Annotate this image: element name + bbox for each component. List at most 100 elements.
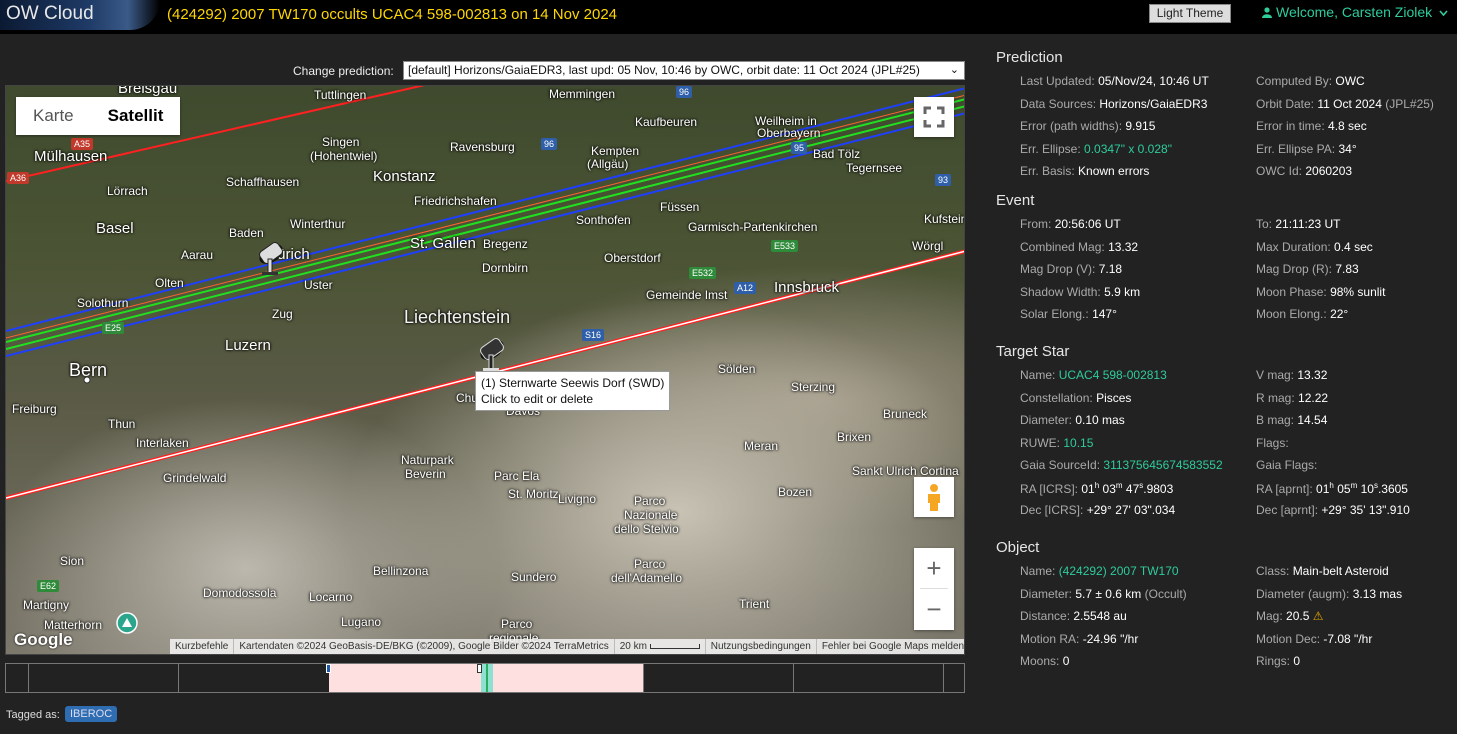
ruwe-link[interactable]: 10.15 <box>1063 436 1093 450</box>
object-name-link[interactable]: (424292) 2007 TW170 <box>1059 564 1179 578</box>
label: Distance: <box>1020 609 1071 623</box>
telescope-marker-icon[interactable] <box>248 226 294 276</box>
street-view-pegman-button[interactable] <box>914 477 954 517</box>
value: 22° <box>1330 307 1349 321</box>
section-event-title: Event <box>996 192 1035 209</box>
map-type-satellit-button[interactable]: Satellit <box>91 97 181 135</box>
value: 2060203 <box>1305 164 1353 178</box>
label: Last Updated: <box>1020 74 1095 88</box>
star-name-link[interactable]: UCAC4 598-002813 <box>1059 368 1167 382</box>
value: 4.8 sec <box>1328 119 1367 133</box>
zoom-out-button[interactable]: − <box>914 589 954 629</box>
value: 0 <box>1062 654 1070 668</box>
place-label: Trient <box>739 597 770 611</box>
error-time-row: Error in time: 4.8 sec <box>1256 119 1367 133</box>
place-label: Winterthur <box>290 217 346 231</box>
error-path-row: Error (path widths): 9.915 <box>1020 119 1155 133</box>
value: 0.4 sec <box>1334 240 1373 254</box>
timeline-start-handle[interactable] <box>326 664 331 673</box>
timeline-current-handle[interactable] <box>477 664 482 673</box>
tagged-label: Tagged as: <box>6 709 60 721</box>
place-label: Beverin <box>405 467 446 481</box>
place-label: Gemeinde Imst <box>646 288 728 302</box>
place-label: Singen <box>322 135 360 149</box>
place-label: Memmingen <box>549 87 616 101</box>
value: 7.18 <box>1098 262 1123 276</box>
label: Solar Elong.: <box>1020 307 1089 321</box>
map-type-karte-button[interactable]: Karte <box>16 97 91 135</box>
orbit-source: (JPL#25) <box>1385 97 1434 111</box>
label: Mag Drop (V): <box>1020 262 1096 276</box>
place-label: Livigno <box>558 492 597 506</box>
light-theme-button[interactable]: Light Theme <box>1149 4 1231 23</box>
timeline-tick <box>643 664 644 692</box>
value: 13.32 <box>1108 240 1139 254</box>
rmag-row: R mag: 12.22 <box>1256 391 1328 405</box>
road-badge: 96 <box>541 138 558 150</box>
label: V mag: <box>1256 368 1295 382</box>
place-label: Bregenz <box>483 237 528 251</box>
value: 0 <box>1293 654 1301 668</box>
fullscreen-button[interactable] <box>914 97 954 137</box>
event-timeline[interactable] <box>5 663 965 693</box>
gaia-source-link[interactable]: 311375645674583552 <box>1103 458 1222 472</box>
value: 20.5 <box>1286 609 1310 623</box>
place-label: dell'Adamello <box>611 571 682 585</box>
label: From: <box>1020 217 1052 231</box>
keyboard-shortcuts-link[interactable]: Kurzbefehle <box>170 639 235 654</box>
google-logo[interactable]: Google <box>14 630 73 650</box>
label: Error (path widths): <box>1020 119 1123 133</box>
label: B mag: <box>1256 413 1295 427</box>
ruwe-row: RUWE: 10.15 <box>1020 436 1093 450</box>
place-label: Sankt Ulrich <box>852 464 917 478</box>
computed-by-row: Computed By: OWC <box>1256 74 1365 88</box>
telescope-marker-icon[interactable] <box>469 324 515 374</box>
label: Diameter: <box>1020 587 1073 601</box>
from-row: From: 20:56:06 UT <box>1020 217 1121 231</box>
place-label: Aarau <box>181 248 214 262</box>
label: Name: <box>1020 564 1056 578</box>
err-basis-row: Err. Basis: Known errors <box>1020 164 1149 178</box>
road-badge: 96 <box>676 86 693 98</box>
place-label: Locarno <box>309 590 353 604</box>
place-label: Kufstein <box>924 212 965 226</box>
user-menu[interactable]: Welcome, Carsten Ziolek <box>1262 4 1448 20</box>
map-view[interactable]: A35 A36 96 96 95 93 E533 E532 A12 S16 E2… <box>5 85 965 655</box>
road-badge: 93 <box>935 174 952 186</box>
label: To: <box>1256 217 1273 231</box>
constellation-row: Constellation: Pisces <box>1020 391 1131 405</box>
report-error-link[interactable]: Fehler bei Google Maps melden <box>817 639 964 654</box>
scale-bar[interactable]: 20 km <box>615 639 706 654</box>
to-row: To: 21:11:23 UT <box>1256 217 1341 231</box>
location-pin-icon[interactable] <box>116 612 138 634</box>
scale-label: 20 km <box>619 641 647 652</box>
road-badge: S16 <box>582 329 605 341</box>
section-prediction-title: Prediction <box>996 49 1063 66</box>
shadow-width-row: Shadow Width: 5.9 km <box>1020 285 1140 299</box>
err-ellipse-link[interactable]: 0.0347" x 0.028" <box>1084 142 1172 156</box>
place-label: Bozen <box>778 485 813 499</box>
place-label: Parco <box>501 617 533 631</box>
object-name-row: Name: (424292) 2007 TW170 <box>1020 564 1179 578</box>
zoom-in-button[interactable]: + <box>914 548 954 588</box>
combined-mag-row: Combined Mag: 13.32 <box>1020 240 1138 254</box>
warning-icon[interactable]: ⚠ <box>1313 609 1324 623</box>
terms-link[interactable]: Nutzungsbedingungen <box>706 639 817 654</box>
vmag-row: V mag: 13.32 <box>1256 368 1327 382</box>
label: Constellation: <box>1020 391 1093 405</box>
value: Known errors <box>1078 164 1150 178</box>
place-label: Konstanz <box>373 168 436 185</box>
gaia-source-row: Gaia SourceId: 311375645674583552 <box>1020 458 1223 472</box>
road-badge: E532 <box>689 267 717 279</box>
label: Err. Ellipse PA: <box>1256 142 1336 156</box>
tag-badge[interactable]: IBEROC <box>65 706 118 722</box>
label: Max Duration: <box>1256 240 1331 254</box>
place-label: Wörgl <box>912 239 944 253</box>
app-logo[interactable]: OW Cloud <box>0 0 160 30</box>
place-label: Bellinzona <box>373 564 429 578</box>
solar-elong-row: Solar Elong.: 147° <box>1020 307 1117 321</box>
place-label: Parco <box>634 557 666 571</box>
marker-tooltip[interactable]: (1) Sternwarte Seewis Dorf (SWD) Click t… <box>475 371 671 411</box>
place-label: Schaffhausen <box>226 175 300 189</box>
prediction-select[interactable]: [default] Horizons/GaiaEDR3, last upd: 0… <box>403 61 965 80</box>
